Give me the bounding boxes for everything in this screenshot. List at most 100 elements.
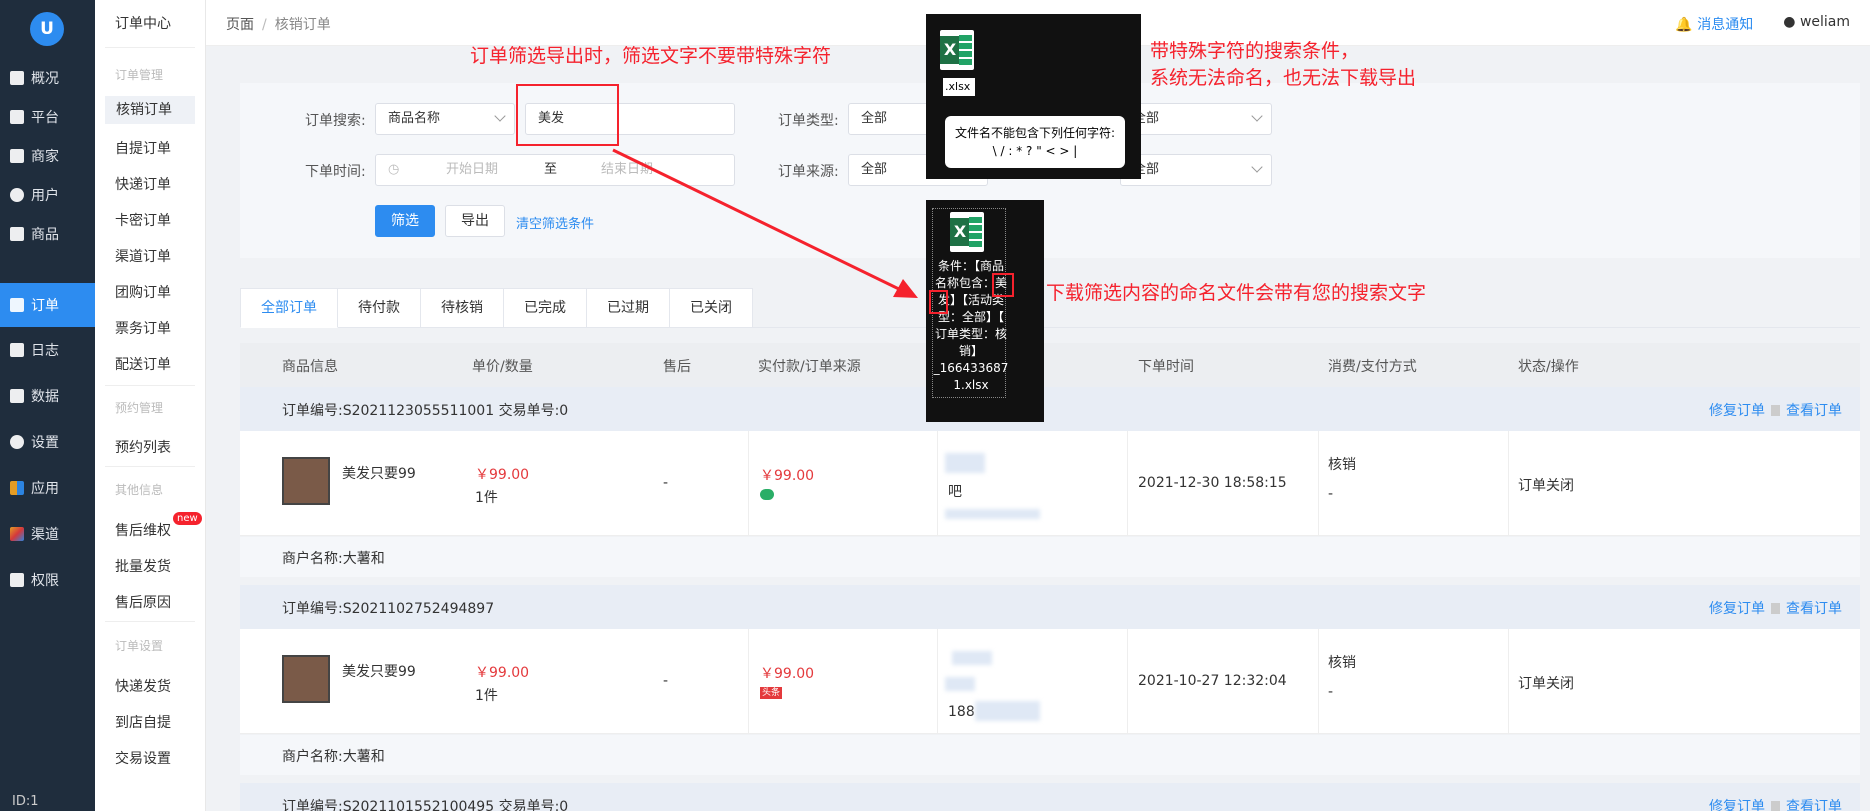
start-date-placeholder: 开始日期 — [446, 162, 499, 177]
nav-item-overview[interactable]: 概况 — [0, 56, 95, 100]
nav-item-permission[interactable]: 权限 — [0, 558, 95, 602]
paid-amount: ￥99.00 — [760, 666, 815, 682]
source-value: 全部 — [861, 162, 888, 177]
log-icon — [10, 343, 24, 357]
submenu-item[interactable]: 渠道订单 — [115, 246, 171, 266]
submenu-item-verify-order[interactable]: 核销订单 — [105, 96, 195, 124]
after-sale: - — [663, 475, 669, 491]
nav-item-goods[interactable]: 商品 — [0, 212, 95, 256]
submenu-item[interactable]: 批量发货 — [115, 556, 171, 576]
notice-label: 消息通知 — [1697, 17, 1754, 33]
submenu-item[interactable]: 票务订单 — [115, 318, 171, 338]
submenu-item[interactable]: 到店自提 — [115, 712, 171, 732]
submenu-item[interactable]: 售后原因 — [115, 592, 171, 612]
product-name[interactable]: 美发只要99 — [342, 463, 416, 483]
nav-item-shop[interactable]: 商家 — [0, 134, 95, 178]
chart-icon — [10, 389, 24, 403]
apps-icon — [10, 481, 24, 495]
filter-button[interactable]: 筛选 — [375, 205, 435, 237]
date-range-picker[interactable]: ◷ 开始日期 至 结束日期 — [375, 154, 735, 186]
submenu-item[interactable]: 快递发货 — [115, 676, 171, 696]
rename-input[interactable]: .xlsx — [943, 78, 975, 96]
divider — [1127, 431, 1128, 536]
tab-closed[interactable]: 已关闭 — [670, 288, 753, 328]
submenu-item[interactable]: 配送订单 — [115, 354, 171, 374]
consume-type: 核销 — [1328, 457, 1356, 473]
extra-select[interactable]: 全部 — [1120, 154, 1272, 186]
divider — [105, 385, 195, 386]
user-icon: ● — [1783, 14, 1796, 30]
nav-item-order[interactable]: 订单 — [0, 283, 95, 327]
nav-label: 平台 — [31, 110, 59, 126]
excel-sheet-lines — [969, 217, 982, 247]
search-label: 订单搜索: — [305, 113, 366, 129]
divider — [105, 466, 195, 467]
breadcrumb-item[interactable]: 页面 — [226, 17, 254, 33]
wechat-icon — [760, 489, 774, 500]
product-name[interactable]: 美发只要99 — [342, 661, 416, 681]
view-order-link[interactable]: 查看订单 — [1786, 601, 1842, 617]
submenu-item[interactable]: 售后维权 — [115, 520, 171, 540]
divider — [1508, 431, 1509, 536]
excel-file-icon: X — [940, 30, 974, 70]
clear-filter-link[interactable]: 清空筛选条件 — [516, 213, 594, 232]
annotation-right-note-1: 带特殊字符的搜索条件， — [1150, 40, 1360, 62]
flag-icon[interactable] — [1771, 603, 1780, 614]
nav-item-channel[interactable]: 渠道 — [0, 512, 95, 556]
tab-unpaid[interactable]: 待付款 — [338, 288, 421, 328]
tab-to-verify[interactable]: 待核销 — [421, 288, 504, 328]
breadcrumb: 页面 / 核销订单 — [226, 14, 331, 34]
order-actions: 修复订单 查看订单 — [1709, 598, 1842, 618]
merchant-row: 商户名称:大薯和 — [240, 735, 1860, 775]
export-button[interactable]: 导出 — [445, 205, 505, 237]
activity-type-select[interactable]: 全部 — [1120, 103, 1272, 135]
divider — [748, 629, 749, 734]
tab-all[interactable]: 全部订单 — [240, 288, 338, 328]
annotation-top-note: 订单筛选导出时，筛选文字不要带特殊字符 — [470, 45, 832, 67]
notice-link[interactable]: 🔔 消息通知 — [1675, 14, 1753, 34]
nav-item-platform[interactable]: 平台 — [0, 95, 95, 139]
submenu-item[interactable]: 卡密订单 — [115, 210, 171, 230]
view-order-link[interactable]: 查看订单 — [1786, 403, 1842, 419]
flag-icon[interactable] — [1771, 405, 1780, 416]
pay-method: - — [1328, 486, 1334, 502]
date-range-separator: 至 — [544, 162, 558, 177]
flag-icon[interactable] — [1771, 801, 1780, 811]
column-header: 商品信息 — [282, 359, 338, 375]
order-status-tabs: 全部订单 待付款 待核销 已完成 已过期 已关闭 — [240, 288, 753, 328]
order-type-label: 订单类型: — [778, 113, 839, 129]
divider — [1318, 431, 1319, 536]
product-image — [282, 457, 330, 505]
nav-label: 设置 — [31, 435, 59, 451]
submenu-item[interactable]: 团购订单 — [115, 282, 171, 302]
nav-item-user[interactable]: 用户 — [0, 173, 95, 217]
submenu-item[interactable]: 预约列表 — [115, 437, 171, 457]
search-field-select[interactable]: 商品名称 — [375, 103, 515, 135]
excel-file-icon: X — [950, 212, 984, 252]
app-logo[interactable]: U — [30, 12, 64, 46]
repair-order-link[interactable]: 修复订单 — [1709, 403, 1765, 419]
arrow-head — [893, 279, 918, 298]
repair-order-link[interactable]: 修复订单 — [1709, 601, 1765, 617]
merchant-name: 商户名称:大薯和 — [282, 551, 385, 567]
submenu-item[interactable]: 交易设置 — [115, 748, 171, 768]
nav-item-apps[interactable]: 应用 — [0, 466, 95, 510]
nav-item-settings[interactable]: 设置 — [0, 420, 95, 464]
excel-letter: X — [950, 218, 970, 246]
end-date-placeholder: 结束日期 — [601, 162, 654, 177]
nav-item-data[interactable]: 数据 — [0, 374, 95, 418]
submenu-item[interactable]: 自提订单 — [115, 138, 171, 158]
repair-order-link[interactable]: 修复订单 — [1709, 799, 1765, 811]
view-order-link[interactable]: 查看订单 — [1786, 799, 1842, 811]
nav-label: 数据 — [31, 389, 59, 405]
nav-item-log[interactable]: 日志 — [0, 328, 95, 372]
order-actions: 修复订单 查看订单 — [1709, 400, 1842, 420]
tab-completed[interactable]: 已完成 — [504, 288, 587, 328]
user-menu[interactable]: ● weliam — [1783, 14, 1850, 34]
tooltip-line: 文件名不能包含下列任何字符: — [954, 126, 1116, 140]
nav-label: 渠道 — [31, 527, 59, 543]
tab-expired[interactable]: 已过期 — [587, 288, 670, 328]
submenu-item[interactable]: 快递订单 — [115, 174, 171, 194]
divider — [752, 327, 1860, 328]
order-time: 2021-10-27 12:32:04 — [1138, 673, 1287, 689]
